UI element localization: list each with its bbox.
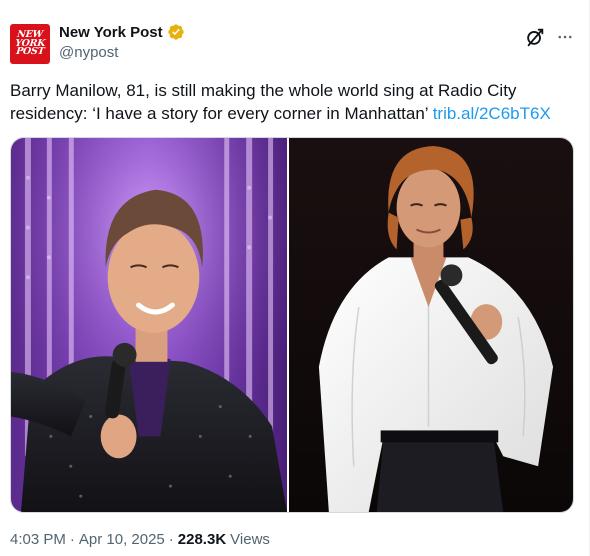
avatar[interactable]: NEW YORK POST (10, 24, 50, 64)
tweet-meta: 4:03 PM · Apr 10, 2025 · 228.3K Views (10, 531, 270, 548)
author-name-row[interactable]: New York Post (59, 23, 185, 41)
grok-icon[interactable] (524, 26, 546, 48)
tweet-text: Barry Manilow, 81, is still making the w… (10, 79, 578, 125)
views-count: 228.3K (177, 531, 227, 548)
avatar-line-3: POST (15, 46, 45, 58)
display-name[interactable]: New York Post (59, 24, 163, 41)
tweet-link[interactable]: trib.al/2C6bT6X (433, 104, 551, 123)
tweet-date[interactable]: Apr 10, 2025 (79, 531, 165, 548)
meta-separator: · (69, 531, 75, 548)
views-label: Views (230, 531, 270, 548)
handle[interactable]: @nypost (59, 44, 118, 61)
older-singer-on-stage-photo[interactable] (11, 138, 288, 512)
meta-separator-2: · (168, 531, 174, 548)
media-grid[interactable] (10, 137, 574, 513)
young-singer-white-shirt-photo[interactable] (289, 138, 573, 512)
more-options-icon[interactable] (554, 26, 576, 48)
verified-badge-icon[interactable] (167, 23, 185, 41)
tweet-time[interactable]: 4:03 PM (10, 531, 66, 548)
tweet-card[interactable]: NEW YORK POST New York Post @nypost Barr… (0, 0, 590, 556)
